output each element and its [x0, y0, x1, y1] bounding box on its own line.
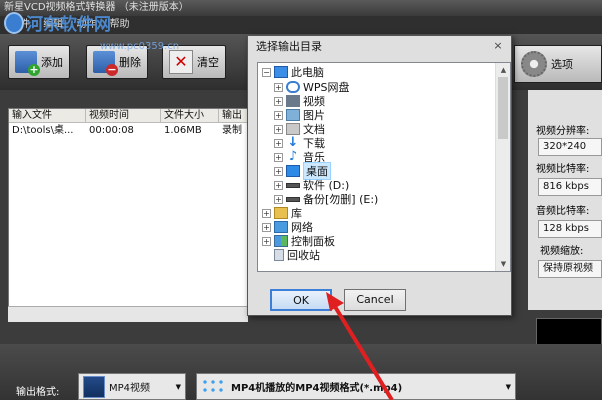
- add-button[interactable]: + 添加: [8, 45, 70, 79]
- expand-icon[interactable]: +: [274, 152, 283, 162]
- scale-label: 视频缩放:: [540, 246, 584, 257]
- expand-icon[interactable]: +: [274, 180, 283, 190]
- tree-node-video[interactable]: + 视频: [274, 94, 325, 108]
- close-icon[interactable]: ×: [491, 39, 505, 53]
- output-format-label: 输出格式:: [16, 387, 60, 398]
- expand-icon[interactable]: +: [274, 194, 283, 204]
- network-icon: [274, 221, 288, 233]
- watermark-url: www.pc0359.cn: [100, 41, 180, 52]
- tree-node-pictures[interactable]: + 图片: [274, 108, 325, 122]
- film-icon: [83, 375, 105, 398]
- gear-icon: [521, 51, 547, 77]
- cloud-icon: [286, 81, 300, 93]
- table-cell[interactable]: D:\tools\桌...: [9, 124, 86, 138]
- expand-icon[interactable]: +: [274, 124, 283, 134]
- tree-node-drive-e[interactable]: + 备份[勿删] (E:): [274, 192, 378, 206]
- expand-icon[interactable]: +: [274, 138, 283, 148]
- expand-icon[interactable]: +: [274, 82, 283, 92]
- picture-folder-icon: [286, 109, 300, 121]
- tree-node-this-pc[interactable]: − 此电脑: [262, 65, 324, 79]
- library-icon: [274, 207, 288, 219]
- tree-node-library[interactable]: + 库: [262, 206, 302, 220]
- scroll-up-icon[interactable]: ▲: [496, 63, 511, 77]
- table-cell[interactable]: 00:00:08: [86, 124, 161, 138]
- chevron-down-icon: ▼: [505, 382, 511, 391]
- chevron-down-icon: ▼: [175, 382, 181, 391]
- film-add-icon: +: [15, 51, 40, 76]
- document-folder-icon: [286, 123, 300, 135]
- tree-scrollbar[interactable]: ▲ ▼: [495, 63, 510, 271]
- scroll-down-icon[interactable]: ▼: [496, 257, 511, 271]
- clear-icon: ✕: [169, 50, 193, 74]
- tree-node-network[interactable]: + 网络: [262, 220, 313, 234]
- file-list[interactable]: 输入文件 视频时间 文件大小 输出 D:\tools\桌... 00:00:08…: [8, 108, 249, 322]
- dots-icon: [201, 377, 227, 396]
- scroll-thumb[interactable]: [498, 77, 508, 139]
- tree-node-recycle-bin[interactable]: 回收站: [262, 248, 320, 262]
- select-output-dialog: 选择输出目录 × − 此电脑 + WPS网盘 + 视频 + 图片 + 文档 + …: [247, 35, 512, 316]
- expand-icon[interactable]: +: [262, 236, 271, 246]
- options-button[interactable]: 选项: [514, 45, 602, 83]
- scale-select[interactable]: 保持原视频: [538, 260, 602, 278]
- drive-icon: [286, 196, 300, 202]
- tree-node-wps[interactable]: + WPS网盘: [274, 80, 350, 94]
- output-format-select[interactable]: MP4视频 ▼: [78, 373, 186, 400]
- column-header-duration[interactable]: 视频时间: [86, 109, 161, 123]
- expand-icon[interactable]: +: [262, 208, 271, 218]
- watermark-text: 河东软件网: [26, 15, 111, 35]
- collapse-icon[interactable]: −: [262, 67, 271, 77]
- ok-button[interactable]: OK: [270, 289, 332, 311]
- dialog-title: 选择输出目录: [256, 40, 322, 53]
- audio-bitrate-label: 音频比特率:: [536, 206, 590, 217]
- audio-bitrate-select[interactable]: 128 kbps: [538, 220, 602, 238]
- video-folder-icon: [286, 95, 300, 107]
- table-cell[interactable]: 录制: [219, 124, 249, 138]
- watermark-logo-icon: [4, 12, 24, 34]
- folder-tree[interactable]: − 此电脑 + WPS网盘 + 视频 + 图片 + 文档 + ↓ 下载 + ♪ …: [257, 62, 511, 272]
- computer-icon: [274, 66, 288, 78]
- expand-icon[interactable]: +: [262, 222, 271, 232]
- table-cell[interactable]: 1.06MB: [161, 124, 219, 138]
- music-icon: ♪: [288, 149, 298, 164]
- horizontal-scrollbar[interactable]: [8, 306, 248, 322]
- tree-node-desktop[interactable]: + 桌面: [274, 162, 331, 180]
- desktop-icon: [286, 165, 300, 177]
- column-header-input[interactable]: 输入文件: [9, 109, 86, 123]
- control-panel-icon: [274, 235, 288, 247]
- drive-icon: [286, 182, 300, 188]
- video-bitrate-label: 视频比特率:: [536, 164, 590, 175]
- expand-icon[interactable]: +: [274, 96, 283, 106]
- recycle-bin-icon: [274, 249, 284, 261]
- resolution-label: 视频分辨率:: [536, 126, 590, 137]
- tree-node-control-panel[interactable]: + 控制面板: [262, 234, 335, 248]
- tree-node-downloads[interactable]: + ↓ 下载: [274, 136, 325, 150]
- tree-node-drive-d[interactable]: + 软件 (D:): [274, 178, 349, 192]
- cancel-button[interactable]: Cancel: [344, 289, 406, 311]
- tree-node-documents[interactable]: + 文档: [274, 122, 325, 136]
- expand-icon[interactable]: +: [274, 166, 283, 176]
- resolution-select[interactable]: 320*240: [538, 138, 602, 156]
- output-profile-select[interactable]: MP4机播放的MP4视频格式(*.mp4) ▼: [196, 373, 516, 400]
- download-icon: ↓: [287, 135, 299, 150]
- expand-icon[interactable]: +: [274, 110, 283, 120]
- column-header-output[interactable]: 输出: [219, 109, 249, 123]
- video-bitrate-select[interactable]: 816 kbps: [538, 178, 602, 196]
- column-header-size[interactable]: 文件大小: [161, 109, 219, 123]
- film-remove-icon: −: [93, 51, 118, 76]
